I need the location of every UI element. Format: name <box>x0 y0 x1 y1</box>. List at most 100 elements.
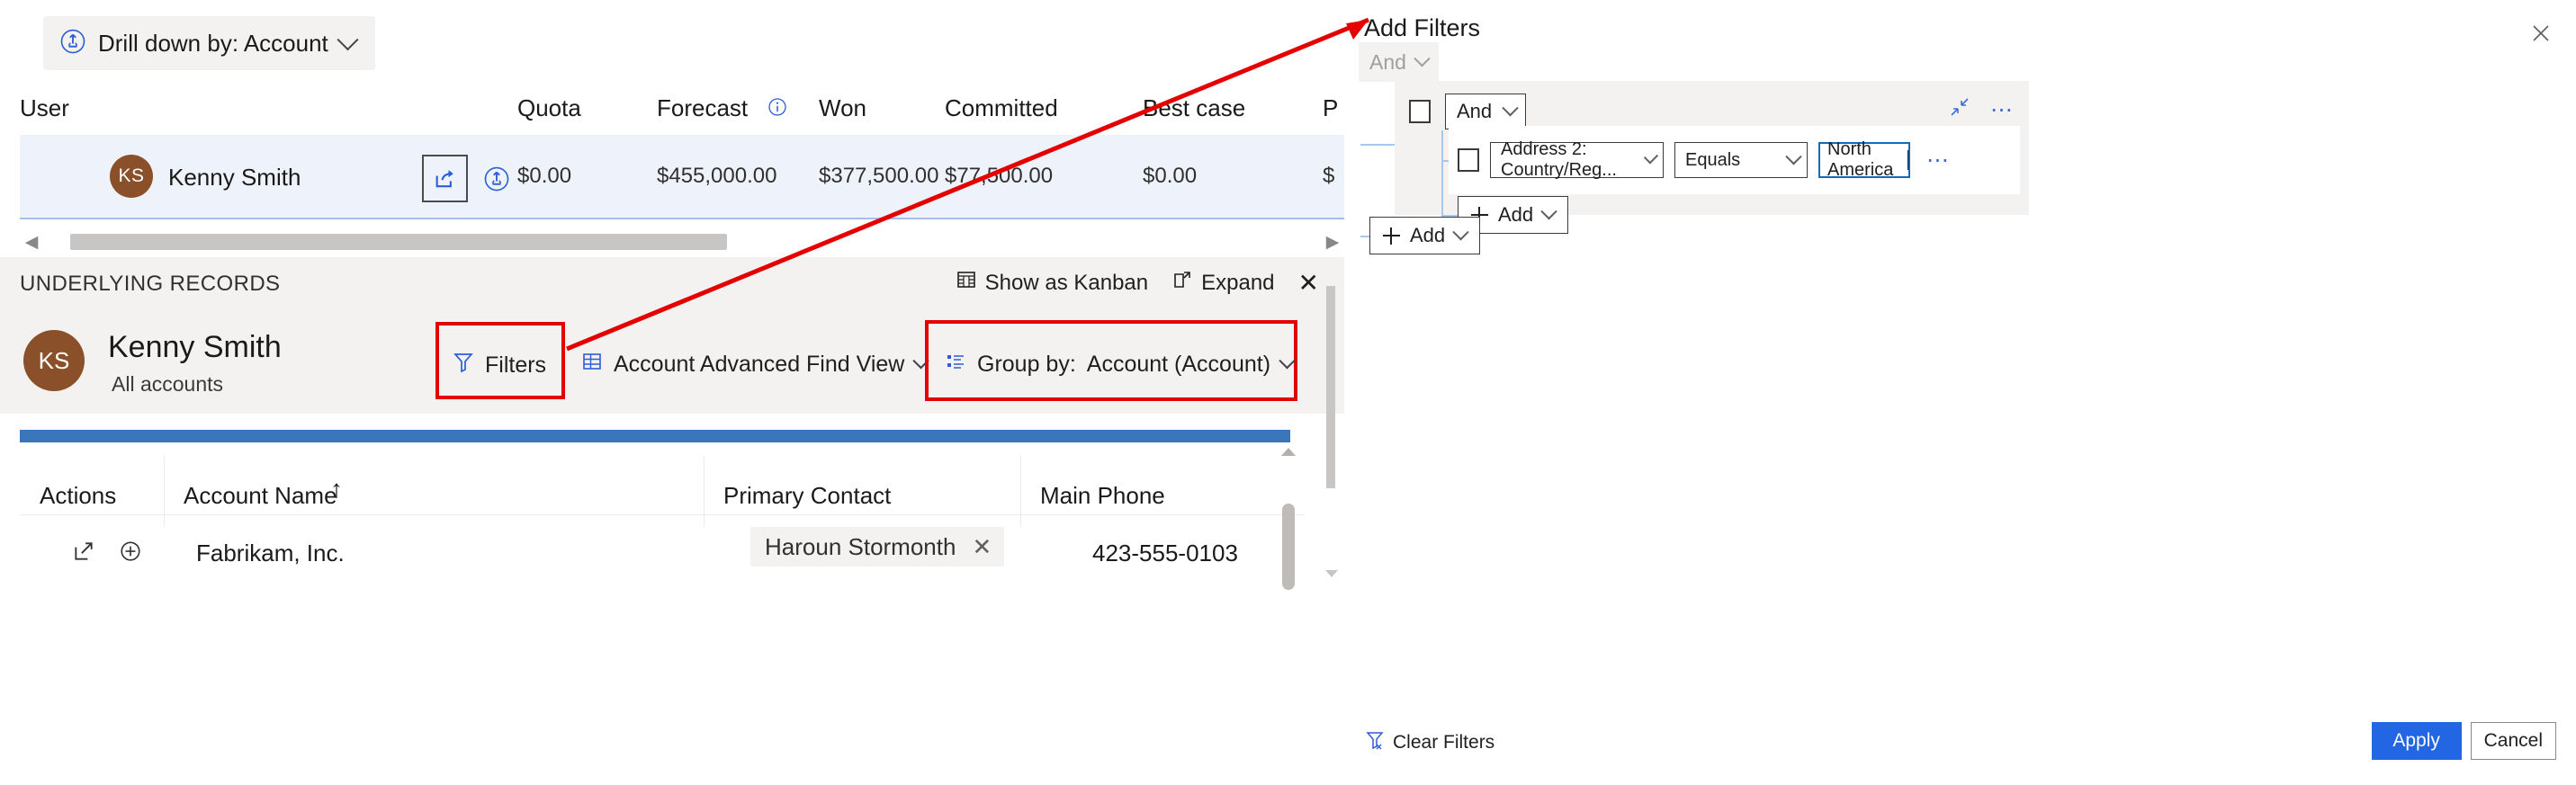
scroll-up-icon[interactable] <box>1281 448 1296 456</box>
add-filter-label: Add <box>1410 224 1446 246</box>
chevron-down-icon <box>1502 99 1519 116</box>
condition-operator-value: Equals <box>1685 149 1741 170</box>
close-icon[interactable] <box>2524 16 2558 50</box>
record-subtitle: All accounts <box>112 372 224 396</box>
panel-title: Add Filters <box>1364 14 1481 41</box>
column-header-main-phone[interactable]: Main Phone <box>1040 482 1165 510</box>
sort-ascending-icon: ↑ <box>330 475 343 503</box>
underlying-records-tools: Show as Kanban Expand ✕ <box>956 268 1319 298</box>
forecast-grid-row[interactable]: KS Kenny Smith $0.00 $455,000.00 $377,50… <box>20 135 1344 219</box>
scroll-down-icon[interactable] <box>1325 570 1338 577</box>
add-filter-group-button[interactable]: Add <box>1369 217 1481 254</box>
chevron-down-icon <box>337 28 359 50</box>
remove-contact-icon[interactable]: ✕ <box>972 533 992 561</box>
group-by-icon <box>945 351 966 379</box>
forecast-row-actions <box>422 155 516 202</box>
scroll-right-icon[interactable]: ▶ <box>1321 234 1344 251</box>
hscroll-thumb[interactable] <box>70 234 727 250</box>
tree-connector <box>1441 130 1443 217</box>
more-options-icon[interactable]: ⋯ <box>1990 98 2015 120</box>
expand-button[interactable]: Expand <box>1171 269 1275 297</box>
forecast-grid-hscrollbar[interactable]: ◀ ▶ <box>20 230 1344 254</box>
group-operator-label: And <box>1457 100 1493 122</box>
clear-filters-button[interactable]: Clear Filters <box>1366 730 1494 755</box>
column-header-user[interactable]: User <box>20 94 69 122</box>
hscroll-track[interactable] <box>43 234 1321 250</box>
filter-icon <box>453 351 474 380</box>
drill-down-icon[interactable] <box>477 158 516 200</box>
condition-operator-select[interactable]: Equals <box>1674 142 1808 178</box>
show-as-kanban-button[interactable]: Show as Kanban <box>956 269 1148 297</box>
column-header-forecast[interactable]: Forecast <box>657 94 748 122</box>
more-options-icon[interactable]: ⋯ <box>1926 149 1951 172</box>
close-icon: ✕ <box>1297 269 1319 297</box>
page-vscroll-thumb[interactable] <box>1326 286 1335 488</box>
vscroll-thumb[interactable] <box>1282 504 1295 590</box>
page-vscrollbar[interactable] <box>1324 286 1339 593</box>
cell-best-case: $0.00 <box>1143 164 1198 188</box>
add-filters-panel: Add Filters And And ⋯ Address 2: Country… <box>1344 0 2576 785</box>
chevron-down-icon <box>1540 202 1557 219</box>
cell-account-name[interactable]: Fabrikam, Inc. <box>196 540 345 567</box>
open-record-icon[interactable] <box>422 155 468 202</box>
group-by-button[interactable]: Group by: Account (Account) <box>945 351 1296 379</box>
column-header-account-name[interactable]: Account Name <box>184 482 337 510</box>
filters-button[interactable]: Filters <box>453 351 546 380</box>
group-checkbox[interactable] <box>1409 100 1431 123</box>
column-header-best-case[interactable]: Best case <box>1143 94 1245 122</box>
tree-connector <box>1360 144 1395 146</box>
info-icon[interactable] <box>767 96 788 122</box>
condition-value-input[interactable]: North America <box>1818 139 1910 180</box>
collapse-icon[interactable] <box>1949 96 1970 122</box>
drill-down-by-button[interactable]: Drill down by: Account <box>43 16 375 70</box>
condition-field-select[interactable]: Address 2: Country/Reg... <box>1490 139 1664 180</box>
cancel-button[interactable]: Cancel <box>2470 722 2556 760</box>
chevron-down-icon <box>1414 49 1431 67</box>
column-header-next[interactable]: P <box>1323 94 1338 122</box>
cell-won: $377,500.00 <box>819 164 939 188</box>
grid-view-icon <box>581 351 603 379</box>
open-in-new-icon[interactable] <box>72 540 95 567</box>
chevron-down-icon <box>1279 352 1296 370</box>
add-circle-icon[interactable] <box>119 540 142 567</box>
avatar: KS <box>23 330 85 391</box>
cell-main-phone: 423-555-0103 <box>1092 540 1238 566</box>
primary-contact-chip[interactable]: Haroun Stormonth ✕ <box>750 527 1005 566</box>
apply-button[interactable]: Apply <box>2371 722 2462 760</box>
column-header-committed[interactable]: Committed <box>945 94 1058 122</box>
group-by-label: Group by: <box>977 352 1076 377</box>
drill-down-icon <box>59 28 86 59</box>
close-underlying-records-button[interactable]: ✕ <box>1298 268 1319 298</box>
records-grid: Actions Account Name ↑ Primary Contact M… <box>20 430 1305 593</box>
clear-filter-icon <box>1366 730 1384 755</box>
scroll-left-icon[interactable]: ◀ <box>20 234 43 251</box>
text-caret <box>1907 150 1908 170</box>
view-selector-label: Account Advanced Find View <box>614 352 905 377</box>
avatar: KS <box>110 155 153 198</box>
cell-committed: $77,500.00 <box>945 164 1054 188</box>
cell-quota: $0.00 <box>517 164 572 188</box>
filter-group-header: And <box>1409 94 1527 129</box>
column-header-quota[interactable]: Quota <box>517 94 581 122</box>
column-header-primary-contact[interactable]: Primary Contact <box>723 482 891 510</box>
clear-filters-label: Clear Filters <box>1393 732 1495 753</box>
add-condition-label: Add <box>1498 203 1534 226</box>
chevron-down-icon <box>1785 147 1802 165</box>
filter-group-tools: ⋯ <box>1949 96 2015 122</box>
table-row[interactable]: Fabrikam, Inc. Haroun Stormonth ✕ 423-55… <box>20 514 1305 593</box>
plus-icon <box>1383 227 1400 245</box>
records-grid-vscrollbar[interactable] <box>1279 448 1297 593</box>
forecast-row-user-name[interactable]: Kenny Smith <box>168 164 301 192</box>
underlying-records-title: UNDERLYING RECORDS <box>20 272 281 296</box>
primary-contact-name: Haroun Stormonth <box>765 532 956 560</box>
condition-checkbox[interactable] <box>1458 148 1479 172</box>
record-header: KS Kenny Smith All accounts Filters Acco… <box>0 308 1344 414</box>
forecast-app-pane: Drill down by: Account User Quota Foreca… <box>0 0 1344 593</box>
root-operator-select[interactable]: And <box>1359 42 1439 82</box>
group-operator-select[interactable]: And <box>1445 94 1527 129</box>
drill-down-label: Drill down by: Account <box>98 29 328 57</box>
condition-field-value: Address 2: Country/Reg... <box>1501 139 1617 180</box>
panel-footer-buttons: Apply Cancel <box>2371 722 2556 760</box>
column-header-won[interactable]: Won <box>819 94 866 122</box>
view-selector-button[interactable]: Account Advanced Find View <box>581 351 930 379</box>
